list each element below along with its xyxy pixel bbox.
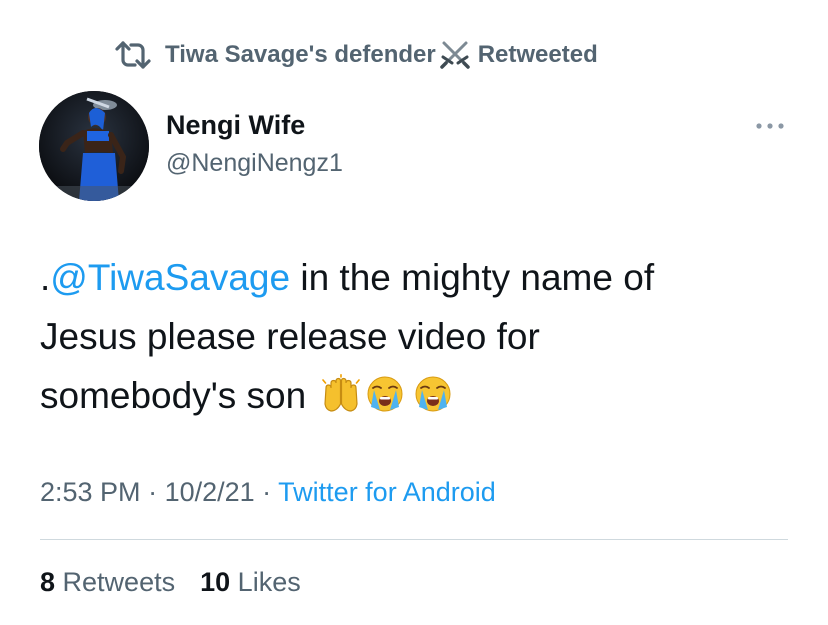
more-options-button[interactable] — [752, 112, 788, 140]
ellipsis-icon — [756, 123, 784, 129]
raising-hands-icon — [321, 374, 360, 412]
mention-link[interactable]: @TiwaSavage — [50, 257, 290, 298]
retweeted-label: Retweeted — [477, 41, 598, 68]
retweet-icon — [115, 41, 151, 69]
tweet-date[interactable]: 10/2/21 — [165, 477, 255, 507]
tweet-metadata: 2:53 PM · 10/2/21 · Twitter for Android — [40, 472, 496, 512]
social-context: Tiwa Savage's defender Retweeted — [113, 38, 598, 72]
tweet-time[interactable]: 2:53 PM — [40, 477, 141, 507]
tweet-text-line3: somebody's son — [40, 375, 317, 416]
user-handle[interactable]: @NengiNengz1 — [166, 147, 343, 179]
crossed-swords-icon — [439, 41, 470, 69]
retweets-count: 8 — [40, 567, 56, 597]
divider — [40, 539, 788, 540]
tweet-text: .@TiwaSavage in the mighty name of Jesus… — [40, 248, 800, 425]
loudly-crying-face-icon — [415, 376, 450, 412]
likes-stat[interactable]: 10 Likes — [200, 567, 301, 597]
avatar[interactable] — [39, 91, 149, 201]
tweet-source-link[interactable]: Twitter for Android — [278, 477, 496, 507]
retweets-label: Retweets — [55, 567, 176, 597]
retweeter-name[interactable]: Tiwa Savage's defender — [165, 41, 436, 69]
author-block: Nengi Wife @NengiNengz1 — [166, 108, 343, 179]
tweet-text-line2: Jesus please release video for — [40, 316, 540, 357]
meta-separator: · — [140, 477, 165, 507]
tweet-text-line1: in the mighty name of — [290, 257, 655, 298]
meta-separator: · — [254, 477, 279, 507]
tweet-text-prefix: . — [40, 257, 51, 298]
display-name[interactable]: Nengi Wife — [166, 108, 343, 142]
likes-count: 10 — [200, 567, 231, 597]
retweets-stat[interactable]: 8 Retweets — [40, 567, 175, 597]
likes-label: Likes — [230, 567, 301, 597]
avatar-image — [39, 91, 149, 201]
loudly-crying-face-icon — [367, 376, 402, 412]
engagement-stats: 8 Retweets 10 Likes — [40, 562, 301, 602]
tweet-card[interactable]: Tiwa Savage's defender Retweeted Nengi W… — [0, 0, 828, 625]
